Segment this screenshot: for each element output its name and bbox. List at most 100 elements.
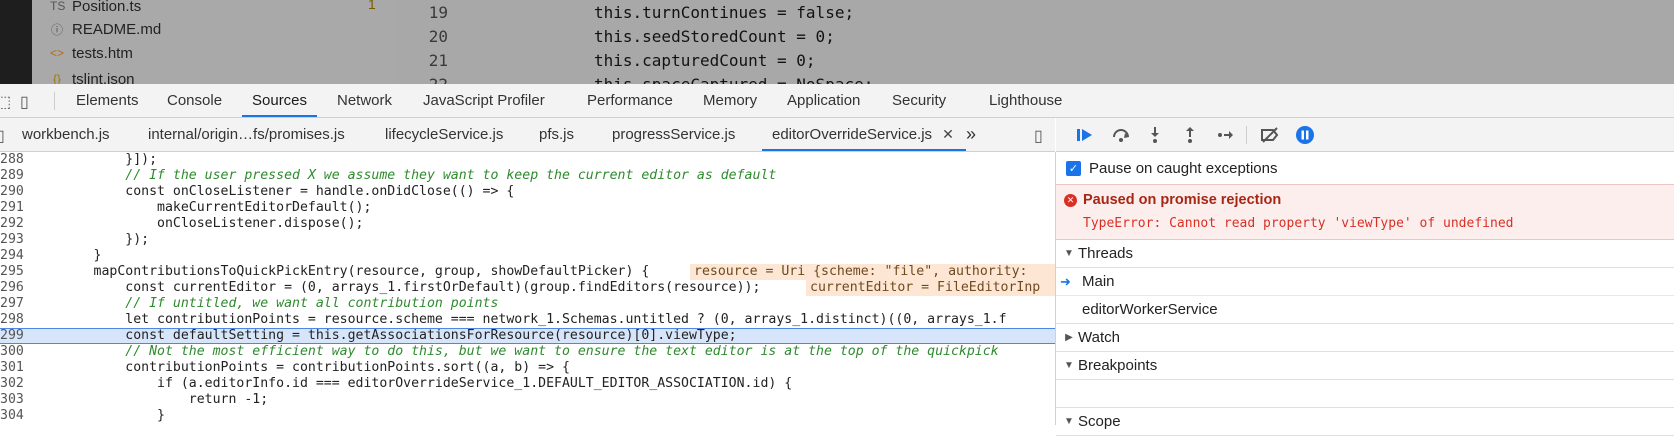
- expanded-triangle-icon: ▼: [1064, 416, 1074, 427]
- pause-on-exceptions-icon[interactable]: [1294, 125, 1316, 145]
- code-text: }]);: [30, 152, 158, 167]
- code-text: this.capturedCount = 0;: [594, 50, 816, 70]
- line-number[interactable]: 304: [0, 408, 24, 424]
- paused-message: ✕ Paused on promise rejection TypeError:…: [1056, 184, 1674, 240]
- thread-item-worker[interactable]: editorWorkerService: [1056, 296, 1674, 324]
- line-number[interactable]: 289: [0, 168, 24, 184]
- close-icon[interactable]: ✕: [942, 126, 954, 143]
- pause-on-caught-label: Pause on caught exceptions: [1089, 159, 1278, 177]
- line-number[interactable]: 301: [0, 360, 24, 376]
- file-tab[interactable]: lifecycleService.js: [385, 118, 503, 151]
- threads-header[interactable]: ▼ Threads: [1056, 240, 1674, 268]
- code-line: 297 // If untitled, we want all contribu…: [0, 296, 1055, 312]
- explorer-item[interactable]: <> tests.htm: [50, 42, 133, 64]
- device-toolbar-icon[interactable]: ▯: [20, 92, 29, 112]
- code-comment: // Not the most efficient way to do this…: [30, 344, 999, 359]
- code-line: 291 makeCurrentEditorDefault();: [0, 200, 1055, 216]
- tab-performance[interactable]: Performance: [587, 84, 673, 117]
- scope-header[interactable]: ▼ Scope: [1056, 408, 1674, 436]
- collapsed-triangle-icon: ▶: [1065, 332, 1073, 343]
- line-number[interactable]: 294: [0, 248, 24, 264]
- resume-icon[interactable]: [1074, 125, 1096, 145]
- code-text: this.seedStoredCount = 0;: [594, 26, 835, 46]
- line-number[interactable]: 292: [0, 216, 24, 232]
- code-text: this.turnContinues = false;: [594, 2, 855, 22]
- code-text: return -1;: [30, 392, 269, 407]
- line-number: 21: [428, 50, 448, 70]
- line-number[interactable]: 297: [0, 296, 24, 312]
- line-number[interactable]: 296: [0, 280, 24, 296]
- code-line: 302 if (a.editorInfo.id === editorOverri…: [0, 376, 1055, 392]
- file-tab[interactable]: pfs.js: [539, 118, 574, 151]
- line-number[interactable]: 303: [0, 392, 24, 408]
- tab-network[interactable]: Network: [337, 84, 392, 117]
- deactivate-breakpoints-icon[interactable]: [1259, 125, 1281, 145]
- code-line: 303 return -1;: [0, 392, 1055, 408]
- code-line: 292 onCloseListener.dispose();: [0, 216, 1055, 232]
- step-into-icon[interactable]: [1144, 125, 1166, 145]
- tab-javascript-profiler[interactable]: JavaScript Profiler: [423, 84, 545, 117]
- file-tab[interactable]: internal/origin…fs/promises.js: [148, 118, 345, 151]
- line-number[interactable]: 302: [0, 376, 24, 392]
- tab-elements[interactable]: Elements: [76, 84, 139, 117]
- line-number[interactable]: 293: [0, 232, 24, 248]
- step-over-icon[interactable]: [1110, 125, 1132, 145]
- code-text: mapContributionsToQuickPickEntry(resourc…: [30, 264, 650, 279]
- inspect-element-icon[interactable]: ⬚: [0, 92, 11, 112]
- divider: [54, 92, 55, 110]
- inline-value-resource: resource = Uri {scheme: "file", authorit…: [690, 264, 1055, 280]
- code-line: 301 contributionPoints = contributionPoi…: [0, 360, 1055, 376]
- expanded-triangle-icon: ▼: [1064, 360, 1074, 371]
- code-text: const defaultSetting = this.getAssociati…: [30, 328, 737, 343]
- inline-value-current-editor: currentEditor = FileEditorInp: [806, 280, 1055, 296]
- pause-on-caught-checkbox[interactable]: ✓: [1066, 160, 1081, 176]
- problem-count-badge: 1: [368, 0, 376, 12]
- explorer-item[interactable]: ⓘ README.md: [50, 18, 161, 40]
- code-line: 289 // If the user pressed X we assume t…: [0, 168, 1055, 184]
- explorer-item[interactable]: TS Position.ts: [50, 0, 141, 17]
- line-number: 22: [428, 74, 448, 85]
- line-number[interactable]: 298: [0, 312, 24, 328]
- code-line: 293 });: [0, 232, 1055, 248]
- paused-title: Paused on promise rejection: [1083, 192, 1282, 208]
- code-text: this.spaceCaptured = NoSpace;: [594, 74, 874, 85]
- file-tab-active[interactable]: editorOverrideService.js ✕: [762, 118, 966, 151]
- code-editor[interactable]: 288 }]); 289 // If the user pressed X we…: [0, 152, 1056, 425]
- thread-item-main[interactable]: ➜ Main: [1056, 268, 1674, 296]
- code-line: 290 const onCloseListener = handle.onDid…: [0, 184, 1055, 200]
- tab-lighthouse[interactable]: Lighthouse: [989, 84, 1062, 117]
- tab-security[interactable]: Security: [892, 84, 946, 117]
- tab-application[interactable]: Application: [787, 84, 860, 117]
- line-number[interactable]: 295: [0, 264, 24, 280]
- line-number[interactable]: 299: [0, 329, 24, 343]
- debugger-toggle-icon[interactable]: ▯: [1034, 126, 1043, 146]
- breakpoints-header[interactable]: ▼ Breakpoints: [1056, 352, 1674, 380]
- line-number[interactable]: 291: [0, 200, 24, 216]
- line-number[interactable]: 288: [0, 152, 24, 168]
- code-text: onCloseListener.dispose();: [30, 216, 364, 231]
- code-comment: // If the user pressed X we assume they …: [30, 168, 777, 183]
- code-text: makeCurrentEditorDefault();: [30, 200, 372, 215]
- paused-code-line: 299 const defaultSetting = this.getAssoc…: [0, 328, 1055, 344]
- code-line: 288 }]);: [0, 152, 1055, 168]
- code-line: 304 }: [0, 408, 1055, 424]
- navigator-toggle-icon[interactable]: ▯: [0, 126, 5, 146]
- line-number[interactable]: 290: [0, 184, 24, 200]
- file-tab-label: editorOverrideService.js: [772, 126, 933, 143]
- tab-console[interactable]: Console: [167, 84, 222, 117]
- more-tabs-button[interactable]: »: [966, 118, 976, 151]
- background-code: 19 this.turnContinues = false; 20 this.see…: [396, 0, 1674, 84]
- step-icon[interactable]: [1214, 125, 1236, 145]
- watch-header[interactable]: ▶ Watch: [1056, 324, 1674, 352]
- explorer-item[interactable]: {} tslint.json: [50, 68, 135, 85]
- current-thread-arrow-icon: ➜: [1060, 273, 1071, 289]
- tab-sources[interactable]: Sources: [241, 84, 318, 117]
- file-tab[interactable]: progressService.js: [612, 118, 735, 151]
- tab-memory[interactable]: Memory: [703, 84, 757, 117]
- activity-bar: [0, 0, 32, 84]
- file-tab[interactable]: workbench.js: [22, 118, 110, 151]
- code-text: contributionPoints = contributionPoints.…: [30, 360, 570, 375]
- code-line: 294 }: [0, 248, 1055, 264]
- line-number[interactable]: 300: [0, 344, 24, 360]
- step-out-icon[interactable]: [1179, 125, 1201, 145]
